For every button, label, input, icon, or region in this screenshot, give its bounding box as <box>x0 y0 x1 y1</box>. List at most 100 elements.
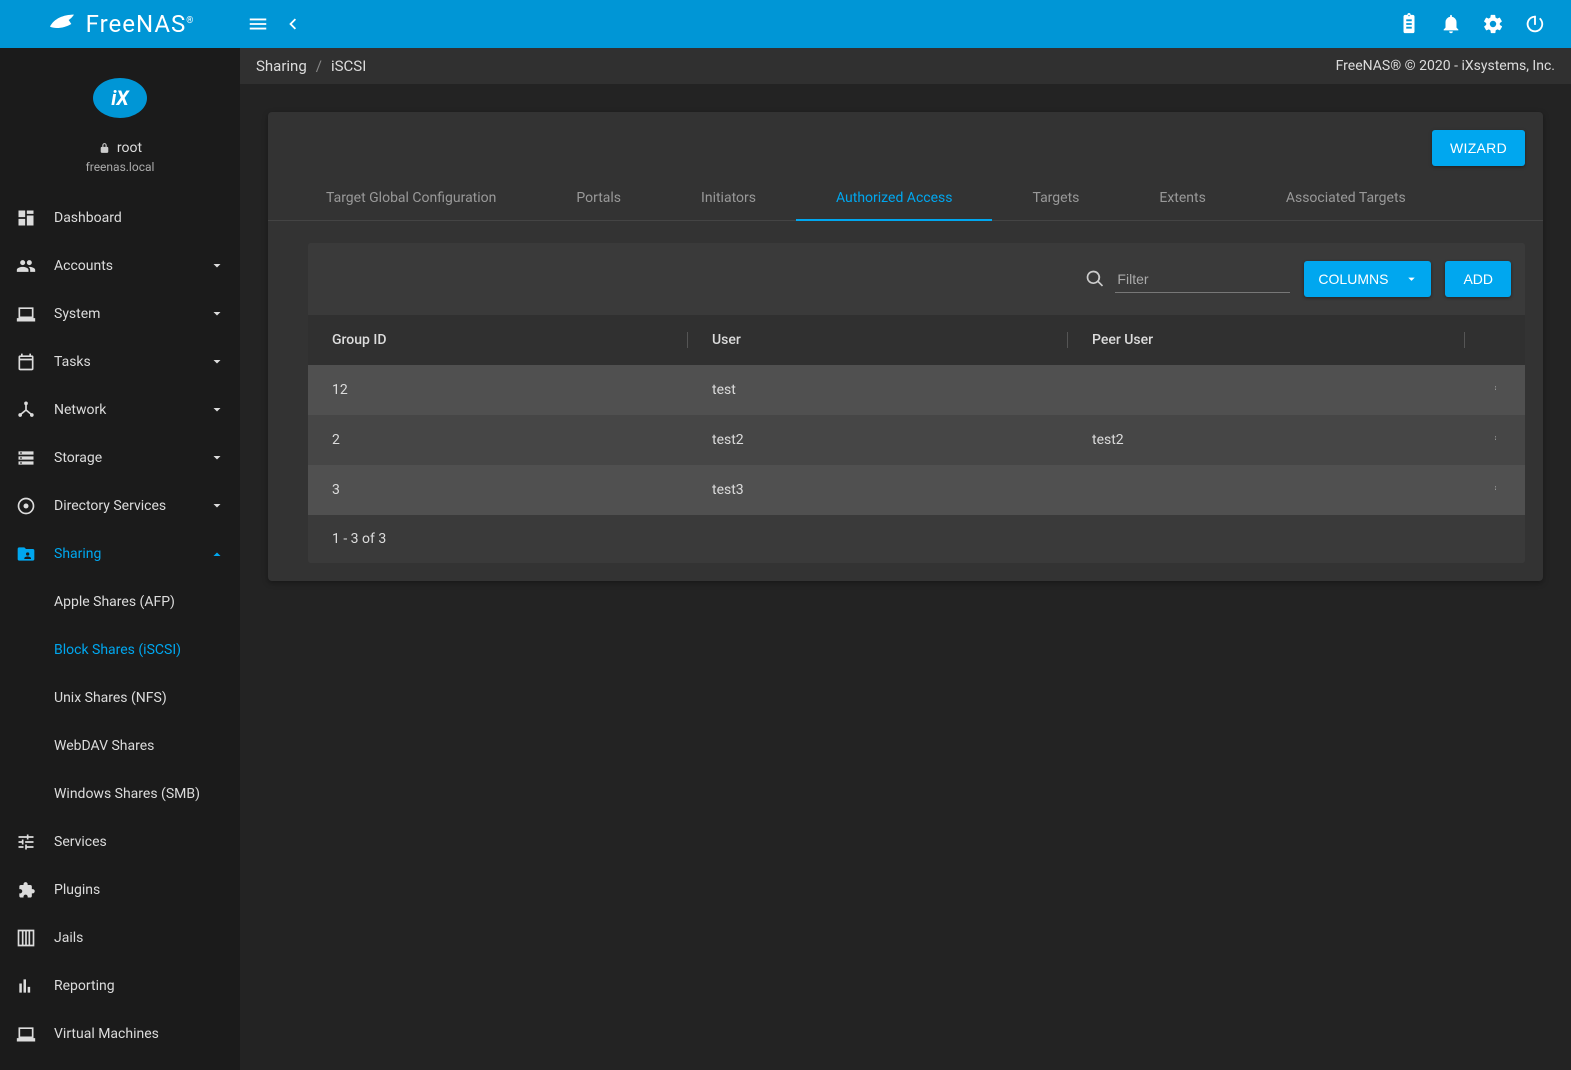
sidebar-subitem-smb[interactable]: Windows Shares (SMB) <box>0 770 240 818</box>
extension-icon <box>14 878 38 902</box>
row-actions[interactable] <box>1465 379 1525 401</box>
chevron-down-icon <box>208 449 226 467</box>
chevron-down-icon <box>208 257 226 275</box>
sidebar-item-label: Network <box>54 402 208 418</box>
tab-portals[interactable]: Portals <box>536 176 661 220</box>
sidebar-item-label: Storage <box>54 450 208 466</box>
hostname-label: freenas.local <box>86 160 155 174</box>
cell-group-id: 3 <box>308 482 688 498</box>
sidebar-subitem-nfs[interactable]: Unix Shares (NFS) <box>0 674 240 722</box>
cell-user: test <box>688 382 1068 398</box>
sidebar-item-jails[interactable]: Jails <box>0 914 240 962</box>
target-icon <box>14 494 38 518</box>
notifications-button[interactable] <box>1439 12 1463 36</box>
filter-input[interactable] <box>1115 266 1290 293</box>
sidebar-item-label: Reporting <box>54 978 226 994</box>
settings-button[interactable] <box>1481 12 1505 36</box>
sidebar-item-reporting[interactable]: Reporting <box>0 962 240 1010</box>
copyright: FreeNAS® © 2020 - iXsystems, Inc. <box>1336 58 1555 74</box>
date-icon <box>14 350 38 374</box>
cell-user: test3 <box>688 482 1068 498</box>
sidebar-item-sharing[interactable]: Sharing <box>0 530 240 578</box>
laptop-icon <box>14 302 38 326</box>
auth-access-table: Group ID User Peer User 12test2test2test… <box>308 315 1525 515</box>
sidebar-item-label: Accounts <box>54 258 208 274</box>
hub-icon <box>14 398 38 422</box>
tab-auth[interactable]: Authorized Access <box>796 176 993 220</box>
row-actions[interactable] <box>1465 479 1525 501</box>
tune-icon <box>14 830 38 854</box>
clipboard-icon <box>1398 13 1420 35</box>
table-footer: 1 - 3 of 3 <box>308 515 1525 563</box>
breadcrumb-root[interactable]: Sharing <box>256 57 307 75</box>
clipboard-button[interactable] <box>1397 12 1421 36</box>
col-group-id[interactable]: Group ID <box>308 332 688 348</box>
power-button[interactable] <box>1523 12 1547 36</box>
sidebar-subitem-webdav[interactable]: WebDAV Shares <box>0 722 240 770</box>
chevron-down-icon <box>208 305 226 323</box>
tab-tgc[interactable]: Target Global Configuration <box>286 176 536 220</box>
tab-targets[interactable]: Targets <box>992 176 1119 220</box>
sidebar-subitem-iscsi[interactable]: Block Shares (iSCSI) <box>0 626 240 674</box>
sidebar-item-services[interactable]: Services <box>0 818 240 866</box>
shark-icon <box>46 8 78 40</box>
sidebar-item-label: Jails <box>54 930 226 946</box>
auth-access-panel: COLUMNS ADD Group ID User Peer User 12te… <box>308 243 1525 563</box>
sidebar-subitem-afp[interactable]: Apple Shares (AFP) <box>0 578 240 626</box>
topbar: FreeNAS® <box>0 0 1571 48</box>
sidebar-item-vm[interactable]: Virtual Machines <box>0 1010 240 1058</box>
breadcrumb: Sharing / iSCSI FreeNAS® © 2020 - iXsyst… <box>240 48 1571 84</box>
sidebar-item-accounts[interactable]: Accounts <box>0 242 240 290</box>
table-row[interactable]: 12test <box>308 365 1525 415</box>
tab-initiators[interactable]: Initiators <box>661 176 796 220</box>
col-peer-user[interactable]: Peer User <box>1068 332 1465 348</box>
main-content: Sharing / iSCSI FreeNAS® © 2020 - iXsyst… <box>240 48 1571 1070</box>
bell-icon <box>1440 13 1462 35</box>
tab-assoc[interactable]: Associated Targets <box>1246 176 1446 220</box>
table-toolbar: COLUMNS ADD <box>308 243 1525 315</box>
iscsi-card: WIZARD Target Global ConfigurationPortal… <box>268 112 1543 581</box>
brand-logo[interactable]: FreeNAS® <box>0 0 240 48</box>
back-button[interactable] <box>280 12 304 36</box>
sidebar-item-tasks[interactable]: Tasks <box>0 338 240 386</box>
sidebar-item-label: System <box>54 306 208 322</box>
menu-toggle[interactable] <box>246 12 270 36</box>
breadcrumb-leaf: iSCSI <box>331 57 366 75</box>
sidebar: iX root freenas.local Dashboard Accounts S… <box>0 48 240 1070</box>
chevron-down-icon <box>208 353 226 371</box>
sidebar-header: iX root freenas.local <box>0 48 240 194</box>
brand-name: FreeNAS® <box>86 10 195 38</box>
sidebar-item-plugins[interactable]: Plugins <box>0 866 240 914</box>
search-field <box>1085 266 1290 293</box>
chevron-down-icon <box>208 401 226 419</box>
add-button[interactable]: ADD <box>1445 261 1511 297</box>
menu-icon <box>247 13 269 35</box>
chevron-left-icon <box>281 13 303 35</box>
sidebar-item-storage[interactable]: Storage <box>0 434 240 482</box>
cell-group-id: 12 <box>308 382 688 398</box>
chevron-down-icon <box>208 497 226 515</box>
row-actions[interactable] <box>1465 429 1525 451</box>
search-icon <box>1085 269 1105 289</box>
table-header: Group ID User Peer User <box>308 315 1525 365</box>
laptop-icon <box>14 1022 38 1046</box>
table-row[interactable]: 2test2test2 <box>308 415 1525 465</box>
chevron-up-icon <box>208 545 226 563</box>
sidebar-item-label: Services <box>54 834 226 850</box>
columns-button[interactable]: COLUMNS <box>1304 261 1431 297</box>
sidebar-item-network[interactable]: Network <box>0 386 240 434</box>
tab-extents[interactable]: Extents <box>1119 176 1245 220</box>
sidebar-item-system[interactable]: System <box>0 290 240 338</box>
cell-peer-user: test2 <box>1068 432 1465 448</box>
more-vert-icon <box>1493 379 1498 397</box>
sidebar-item-label: Virtual Machines <box>54 1026 226 1042</box>
col-user[interactable]: User <box>688 332 1068 348</box>
tab-bar: Target Global ConfigurationPortalsInitia… <box>268 176 1543 221</box>
lock-icon <box>98 142 111 155</box>
wizard-button[interactable]: WIZARD <box>1432 130 1525 166</box>
sidebar-item-directory[interactable]: Directory Services <box>0 482 240 530</box>
storage-icon <box>14 446 38 470</box>
table-row[interactable]: 3test3 <box>308 465 1525 515</box>
sidebar-item-dashboard[interactable]: Dashboard <box>0 194 240 242</box>
cell-group-id: 2 <box>308 432 688 448</box>
